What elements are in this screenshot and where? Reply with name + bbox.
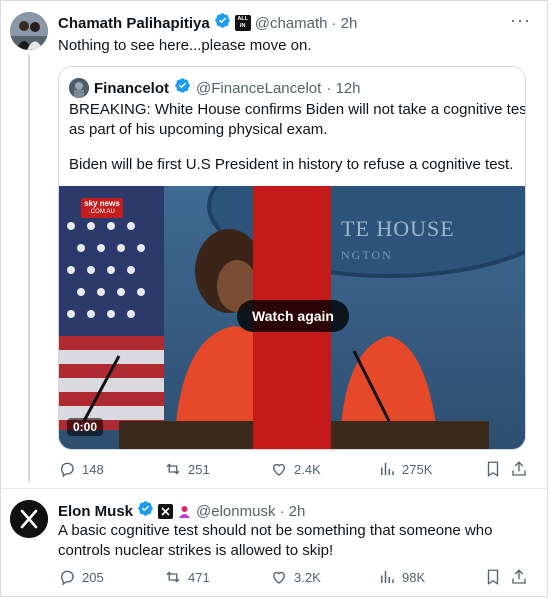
x-logo-icon xyxy=(10,500,48,538)
thread-line xyxy=(28,54,30,482)
repost-button[interactable]: 471 xyxy=(164,568,210,586)
reply-button[interactable]: 148 xyxy=(58,460,104,478)
channel-logo-line1: sky news xyxy=(84,199,120,208)
verified-icon xyxy=(137,500,154,522)
repost-button[interactable]: 251 xyxy=(164,460,210,478)
reply-count: 205 xyxy=(82,569,104,585)
like-count: 2.4K xyxy=(294,461,321,477)
video-timestamp: 0:00 xyxy=(67,418,104,436)
repost-count: 251 xyxy=(188,461,210,477)
more-icon[interactable]: ··· xyxy=(510,10,531,31)
tweet-actions: 148 251 2.4K 275K xyxy=(58,460,528,482)
watch-again-button[interactable]: Watch again xyxy=(237,300,349,332)
share-icon xyxy=(512,569,526,584)
affiliate-badge-text: ALL IN xyxy=(237,16,249,29)
quoted-tweet-text-line1: BREAKING: White House confirms Biden wil… xyxy=(69,101,526,118)
channel-logo-line2: .COM.AU xyxy=(89,209,115,215)
bookmark-button[interactable] xyxy=(484,460,502,478)
avatar-elon[interactable] xyxy=(10,500,48,538)
quoted-author-handle[interactable]: @FinanceLancelot xyxy=(196,80,321,97)
video-player[interactable]: TE HOUSE NGTON sky news .COM.AU Watch ag… xyxy=(59,186,525,449)
verified-icon xyxy=(174,77,191,99)
avatar-financelot[interactable] xyxy=(69,78,89,98)
views-icon xyxy=(381,571,394,583)
repost-count: 471 xyxy=(188,569,210,585)
channel-logo: sky news .COM.AU xyxy=(81,198,123,218)
quoted-tweet[interactable]: Financelot @FinanceLancelot · 12h BREAKI… xyxy=(58,66,526,450)
tweet-text: Nothing to see here...please move on. xyxy=(58,37,312,54)
share-button[interactable] xyxy=(510,460,528,478)
views-button[interactable]: 275K xyxy=(378,460,432,478)
repost-icon xyxy=(166,463,180,475)
tweet-time[interactable]: · 2h xyxy=(279,503,305,520)
like-icon xyxy=(273,463,285,476)
repost-icon xyxy=(166,571,180,583)
quoted-tweet-text-line2: as part of his upcoming physical exam. xyxy=(69,121,328,138)
backdrop-text-line1: TE HOUSE xyxy=(341,216,455,241)
views-button[interactable]: 98K xyxy=(378,568,425,586)
share-button[interactable] xyxy=(510,568,528,586)
share-icon xyxy=(512,461,526,476)
tweet-time[interactable]: · 2h xyxy=(331,15,357,32)
reply-icon xyxy=(61,462,74,478)
bookmark-button[interactable] xyxy=(484,568,502,586)
reply-button[interactable]: 205 xyxy=(58,568,104,586)
backdrop-text-line2: NGTON xyxy=(341,248,393,262)
avatar-chamath[interactable] xyxy=(10,12,48,50)
quoted-author-name[interactable]: Financelot xyxy=(94,80,169,97)
author-name[interactable]: Elon Musk xyxy=(58,503,133,520)
author-handle[interactable]: @elonmusk xyxy=(196,503,275,520)
quoted-tweet-text-line3: Biden will be first U.S President in his… xyxy=(69,156,514,173)
bookmark-icon xyxy=(487,569,499,586)
affiliate-badge[interactable]: ALL IN xyxy=(234,15,251,31)
tweet-text-line1: A basic cognitive test should not be som… xyxy=(58,522,493,539)
pink-badge-icon[interactable] xyxy=(177,504,192,519)
tweet-text-line2: controls nuclear strikes is allowed to s… xyxy=(58,542,334,559)
views-count: 275K xyxy=(402,461,433,477)
like-count: 3.2K xyxy=(294,569,321,585)
tweet-actions: 205 471 3.2K 98K xyxy=(58,568,528,590)
author-handle[interactable]: @chamath xyxy=(255,15,328,32)
tweet-divider xyxy=(0,488,548,489)
verified-icon xyxy=(214,12,231,34)
quoted-tweet-time[interactable]: · 12h xyxy=(326,80,360,97)
views-icon xyxy=(381,463,394,475)
like-button[interactable]: 3.2K xyxy=(270,568,321,586)
reply-count: 148 xyxy=(82,461,104,477)
x-badge-icon xyxy=(161,506,170,516)
bookmark-icon xyxy=(487,461,499,478)
x-affiliate-badge[interactable] xyxy=(158,503,174,519)
reply-icon xyxy=(61,570,74,586)
author-name[interactable]: Chamath Palihapitiya xyxy=(58,15,210,32)
like-button[interactable]: 2.4K xyxy=(270,460,321,478)
views-count: 98K xyxy=(402,569,426,585)
like-icon xyxy=(273,571,285,584)
